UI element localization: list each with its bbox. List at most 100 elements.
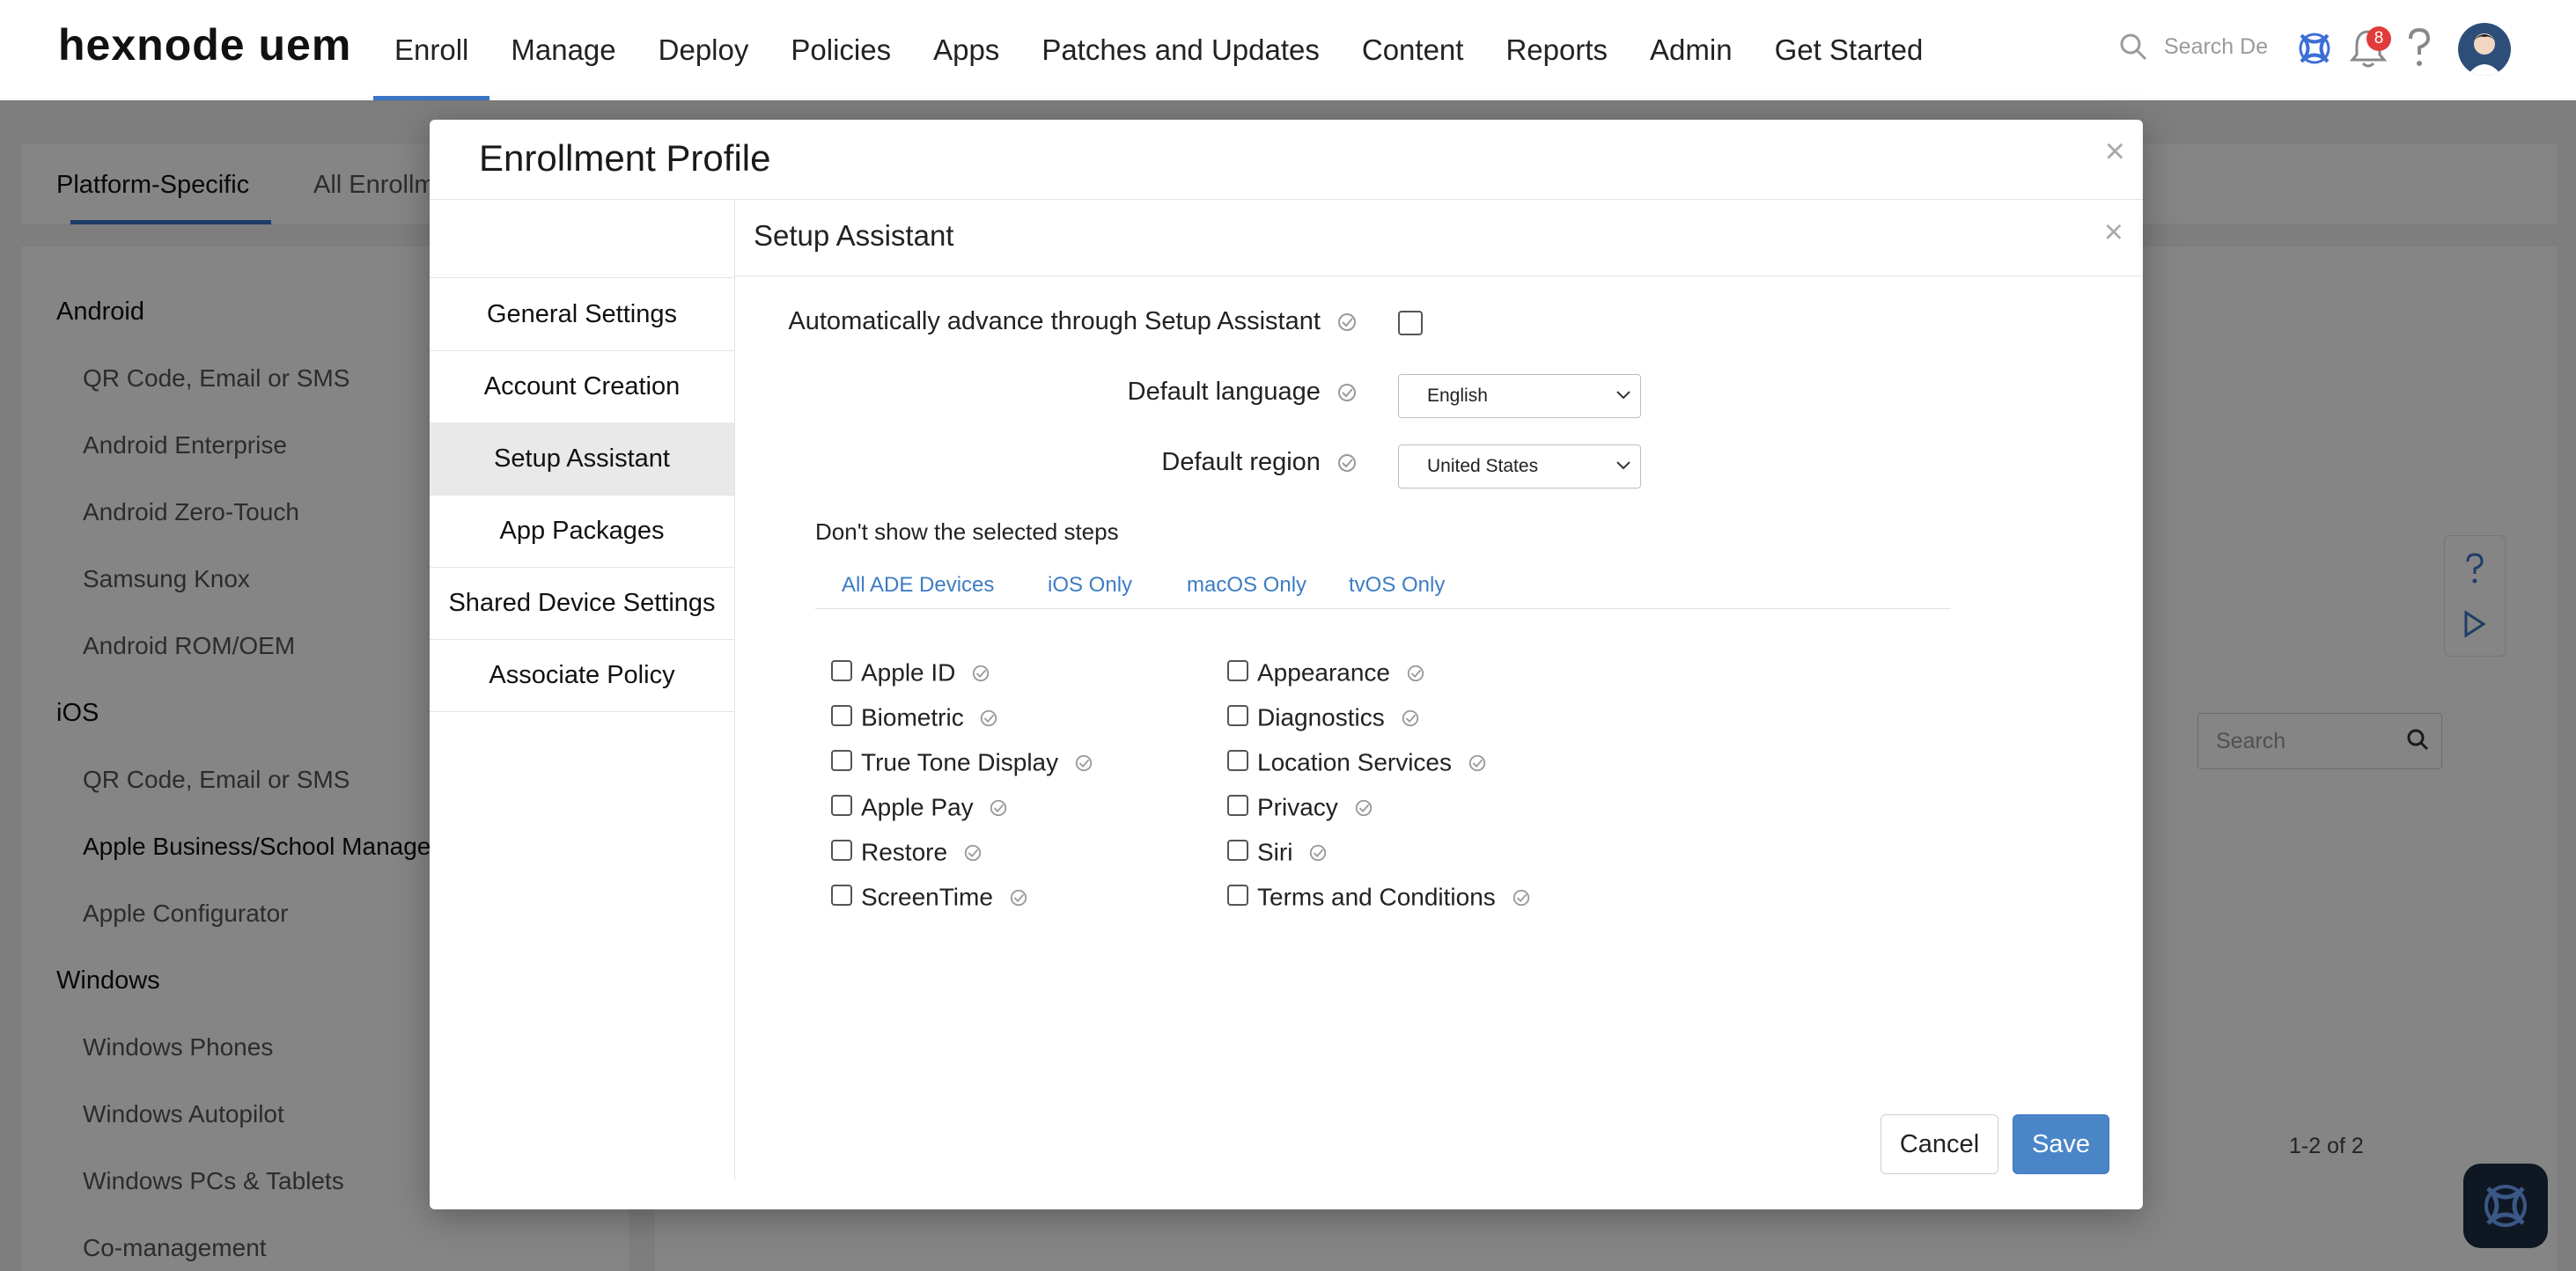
auto-advance-row: Automatically advance through Setup Assi… — [787, 307, 1358, 336]
nav-content[interactable]: Content — [1341, 0, 1485, 100]
step-checkbox[interactable] — [831, 794, 852, 816]
step-label: Terms and Conditions — [1257, 883, 1496, 911]
step-label: Location Services — [1257, 748, 1453, 776]
info-check-icon[interactable] — [1336, 382, 1358, 403]
step-checkbox[interactable] — [831, 884, 852, 906]
default-region-value: United States — [1427, 456, 1539, 476]
step-checkbox[interactable] — [1227, 794, 1248, 816]
step-location-services: Location Services — [1227, 747, 1487, 777]
step-checkbox[interactable] — [831, 659, 852, 681]
step-apple-pay: Apple Pay — [831, 792, 1008, 822]
chevron-down-icon — [1616, 461, 1630, 470]
tab-tvos-only[interactable]: tvOS Only — [1349, 573, 1445, 598]
step-label: Diagnostics — [1257, 703, 1385, 731]
main-nav: Enroll Manage Deploy Policies Apps Patch… — [373, 0, 1944, 100]
save-button[interactable]: Save — [2013, 1114, 2109, 1174]
step-label: Apple Pay — [861, 793, 974, 821]
nav-reports[interactable]: Reports — [1484, 0, 1629, 100]
step-checkbox[interactable] — [1227, 839, 1248, 861]
info-check-icon[interactable] — [989, 798, 1008, 818]
enrollment-profile-modal: Enrollment Profile × General Settings Ac… — [430, 120, 2143, 1209]
info-check-icon[interactable] — [1468, 753, 1487, 773]
step-label: ScreenTime — [861, 883, 993, 911]
nav-deploy[interactable]: Deploy — [637, 0, 770, 100]
avatar[interactable] — [2458, 23, 2511, 76]
step-screentime: ScreenTime — [831, 882, 1028, 912]
modal-title: Enrollment Profile — [479, 137, 771, 179]
global-search-placeholder: Search De — [2164, 33, 2269, 59]
search-icon — [2120, 33, 2147, 61]
step-true-tone-display: True Tone Display — [831, 747, 1093, 777]
auto-advance-label: Automatically advance through Setup Assi… — [788, 307, 1321, 335]
step-privacy: Privacy — [1227, 792, 1373, 822]
nav-enroll[interactable]: Enroll — [373, 0, 490, 100]
step-appearance: Appearance — [1227, 658, 1425, 687]
nav-get-started[interactable]: Get Started — [1754, 0, 1945, 100]
info-check-icon[interactable] — [1406, 664, 1425, 683]
info-check-icon[interactable] — [971, 664, 990, 683]
auto-advance-checkbox[interactable] — [1398, 311, 1423, 335]
info-check-icon[interactable] — [1354, 798, 1373, 818]
step-checkbox[interactable] — [831, 704, 852, 726]
step-label: Restore — [861, 838, 948, 866]
help-icon[interactable] — [2403, 26, 2435, 70]
info-check-icon[interactable] — [1512, 888, 1531, 907]
nav-associate-policy[interactable]: Associate Policy — [430, 639, 734, 712]
nav-admin[interactable]: Admin — [1629, 0, 1754, 100]
step-terms-and-conditions: Terms and Conditions — [1227, 882, 1531, 912]
dont-show-steps-label: Don't show the selected steps — [815, 518, 1119, 545]
default-language-value: English — [1427, 386, 1488, 406]
step-checkbox[interactable] — [1227, 749, 1248, 771]
nav-shared-device-settings[interactable]: Shared Device Settings — [430, 567, 734, 640]
profile-settings-nav: General Settings Account Creation Setup … — [430, 200, 735, 1180]
step-checkbox[interactable] — [1227, 659, 1248, 681]
section-close-button[interactable]: × — [2104, 214, 2123, 252]
step-apple-id: Apple ID — [831, 658, 990, 687]
step-checkbox[interactable] — [831, 839, 852, 861]
nav-general-settings[interactable]: General Settings — [430, 278, 734, 351]
tab-all-ade-devices[interactable]: All ADE Devices — [842, 573, 994, 598]
step-biometric: Biometric — [831, 702, 998, 732]
global-search[interactable]: Search De — [2118, 32, 2268, 62]
modal-close-button[interactable]: × — [2105, 132, 2125, 172]
info-check-icon[interactable] — [1401, 709, 1420, 728]
step-label: Privacy — [1257, 793, 1338, 821]
notification-badge: 8 — [2366, 26, 2391, 51]
nav-manage[interactable]: Manage — [489, 0, 637, 100]
nav-policies[interactable]: Policies — [769, 0, 912, 100]
default-region-select[interactable]: United States — [1398, 444, 1641, 489]
info-check-icon[interactable] — [1074, 753, 1093, 773]
info-check-icon[interactable] — [1336, 312, 1358, 333]
step-checkbox[interactable] — [1227, 884, 1248, 906]
nav-setup-assistant[interactable]: Setup Assistant — [430, 422, 734, 496]
step-label: Appearance — [1257, 658, 1391, 687]
step-restore: Restore — [831, 837, 983, 867]
info-check-icon[interactable] — [1009, 888, 1028, 907]
chevron-down-icon — [1616, 391, 1630, 400]
nav-patches-updates[interactable]: Patches and Updates — [1020, 0, 1341, 100]
nav-app-packages[interactable]: App Packages — [430, 495, 734, 568]
section-title: Setup Assistant — [754, 219, 954, 252]
step-siri: Siri — [1227, 837, 1328, 867]
info-check-icon[interactable] — [963, 843, 983, 863]
cancel-button[interactable]: Cancel — [1880, 1114, 1998, 1174]
default-language-label: Default language — [1127, 378, 1321, 406]
step-label: Apple ID — [861, 658, 956, 687]
default-language-row: Default language — [787, 378, 1358, 407]
step-checkbox[interactable] — [831, 749, 852, 771]
default-language-select[interactable]: English — [1398, 374, 1641, 418]
nav-account-creation[interactable]: Account Creation — [430, 350, 734, 423]
default-region-row: Default region — [787, 448, 1358, 477]
info-check-icon[interactable] — [1336, 452, 1358, 474]
tab-ios-only[interactable]: iOS Only — [1048, 573, 1132, 598]
hexnode-brand-icon[interactable] — [2293, 26, 2337, 70]
nav-apps[interactable]: Apps — [912, 0, 1020, 100]
info-check-icon[interactable] — [1308, 843, 1328, 863]
step-label: Biometric — [861, 703, 964, 731]
step-label: Siri — [1257, 838, 1293, 866]
setup-assistant-panel: Setup Assistant × Automatically advance … — [734, 200, 2143, 1180]
hexnode-logo[interactable]: hexnode uem — [58, 19, 351, 70]
tab-macos-only[interactable]: macOS Only — [1187, 573, 1306, 598]
step-checkbox[interactable] — [1227, 704, 1248, 726]
info-check-icon[interactable] — [979, 709, 998, 728]
